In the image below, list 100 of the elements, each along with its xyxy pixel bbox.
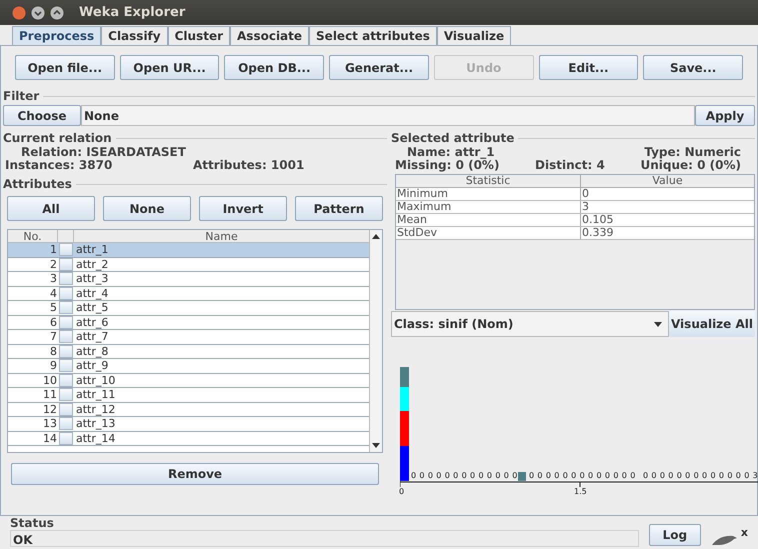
count-labels: 0 0 0 0 0 0 0 0 0 0 0 0 0 3: [643, 471, 758, 481]
choose-button[interactable]: Choose: [3, 105, 81, 126]
window-title: Weka Explorer: [79, 4, 186, 22]
apply-button[interactable]: Apply: [695, 105, 755, 126]
row-number: 3: [49, 272, 58, 286]
attributes-count-label: Attributes: 1001: [193, 159, 304, 172]
toolbar-button[interactable]: Open UR...: [120, 55, 220, 80]
group-title: Selected attribute: [391, 130, 514, 147]
attribute-name: attr_10: [75, 374, 116, 387]
tab[interactable]: Cluster: [168, 26, 230, 45]
row-number: 2: [49, 258, 58, 271]
log-button[interactable]: Log: [648, 524, 701, 546]
tab[interactable]: Associate: [230, 26, 310, 45]
dropdown-caret-icon: [654, 322, 662, 326]
checkbox[interactable]: [59, 258, 73, 271]
checkbox[interactable]: [59, 359, 73, 372]
attribute-name: attr_7: [75, 330, 110, 344]
attribute-name: attr_5: [75, 301, 110, 314]
row-number: 8: [49, 344, 58, 358]
row-number: 10: [42, 374, 58, 387]
attribute-row[interactable]: 11 attr_11: [8, 388, 369, 402]
axis-label: 0: [399, 488, 404, 496]
filter-field[interactable]: None: [81, 105, 695, 126]
checkbox[interactable]: [59, 344, 73, 358]
attribute-row[interactable]: 1 attr_1: [8, 243, 369, 258]
status-count: x: [740, 524, 748, 540]
toolbar-button[interactable]: Save...: [643, 55, 744, 80]
count-labels: 0 0 0 0 0 0 0 0 0 0 0 0 0: [529, 471, 635, 481]
tab[interactable]: Visualize: [436, 26, 512, 45]
tab[interactable]: Classify: [101, 26, 168, 45]
axis-label: 1.5: [574, 488, 587, 496]
column-header: Value: [651, 175, 684, 187]
remove-button[interactable]: Remove: [11, 463, 379, 485]
selection-button[interactable]: Invert: [199, 196, 287, 221]
maximize-icon[interactable]: [50, 6, 64, 20]
row-number: 14: [42, 432, 58, 445]
toolbar-button[interactable]: Open file...: [15, 55, 115, 80]
unique-label: Unique: 0 (0%): [640, 159, 741, 172]
attribute-row[interactable]: 4 attr_4: [8, 286, 369, 301]
class-dropdown[interactable]: Class: sinif (Nom): [391, 311, 669, 337]
row-number: 5: [49, 301, 58, 314]
close-icon[interactable]: [12, 6, 26, 20]
status-field: OK: [10, 530, 639, 547]
attribute-row[interactable]: 8 attr_8: [8, 344, 369, 359]
attribute-row[interactable]: 12 attr_12: [8, 402, 369, 417]
scrollbar[interactable]: [369, 230, 382, 452]
checkbox[interactable]: [59, 330, 73, 344]
value-cell-text: 0.105: [581, 214, 614, 226]
count-labels: 0 0 0 0 0 0 0 0 0 0 0 0 0: [411, 471, 517, 481]
value-cell-text: 3: [581, 201, 590, 213]
scroll-down-icon[interactable]: [372, 443, 380, 448]
checkbox[interactable]: [59, 243, 73, 256]
group-title: Status: [10, 517, 55, 530]
attribute-row[interactable]: 2 attr_2: [8, 258, 369, 272]
group-title: Attributes: [3, 176, 72, 193]
column-header: Name: [204, 230, 239, 242]
selection-button[interactable]: All: [7, 196, 95, 221]
checkbox[interactable]: [59, 432, 73, 445]
row-number: 6: [49, 316, 58, 329]
attribute-row[interactable]: 9 attr_9: [8, 359, 369, 374]
type-label: Type: Numeric: [644, 146, 741, 159]
relation-label: Relation: ISEARDATASET: [21, 145, 186, 159]
toolbar-button[interactable]: Generat...: [329, 55, 429, 80]
statistic-cell: Maximum: [396, 201, 581, 213]
attribute-name: attr_12: [75, 402, 116, 416]
attribute-row[interactable]: 10 attr_10: [8, 374, 369, 388]
checkbox[interactable]: [59, 388, 73, 402]
visualize-all-button[interactable]: Visualize All: [669, 311, 755, 337]
tab[interactable]: Preprocess: [12, 26, 102, 45]
attribute-row[interactable]: 6 attr_6: [8, 316, 369, 330]
attribute-row[interactable]: 7 attr_7: [8, 330, 369, 344]
column-header: Statistic: [396, 175, 581, 187]
scroll-up-icon[interactable]: [372, 234, 380, 239]
toolbar-button[interactable]: Open DB...: [224, 55, 324, 80]
row-number: 12: [42, 402, 58, 416]
row-number: 7: [49, 330, 58, 344]
checkbox[interactable]: [59, 301, 73, 314]
checkbox[interactable]: [59, 272, 73, 286]
attribute-row[interactable]: 13 attr_13: [8, 417, 369, 432]
attribute-row[interactable]: 3 attr_3: [8, 272, 369, 286]
row-number: 11: [42, 388, 58, 402]
checkbox[interactable]: [59, 402, 73, 416]
histogram-bar-drawing: [518, 472, 526, 481]
row-number: 1: [49, 243, 58, 256]
toolbar-button[interactable]: Edit...: [538, 55, 638, 80]
tab[interactable]: Select attributes: [309, 26, 437, 45]
attribute-name: attr_3: [75, 272, 110, 286]
minimize-icon[interactable]: [31, 6, 45, 20]
selection-button[interactable]: None: [103, 196, 191, 221]
checkbox[interactable]: [59, 316, 73, 329]
statistic-cell: StdDev: [396, 227, 581, 239]
checkbox[interactable]: [59, 286, 73, 300]
checkbox[interactable]: [59, 417, 73, 430]
selection-button[interactable]: Pattern: [295, 196, 383, 221]
attribute-row[interactable]: 14 attr_14: [8, 432, 369, 446]
attribute-name: attr_6: [75, 316, 110, 329]
value-cell-text: 0.339: [581, 227, 614, 239]
checkbox[interactable]: [59, 374, 73, 387]
attribute-row[interactable]: 5 attr_5: [8, 301, 369, 316]
row-number: 4: [49, 286, 58, 300]
